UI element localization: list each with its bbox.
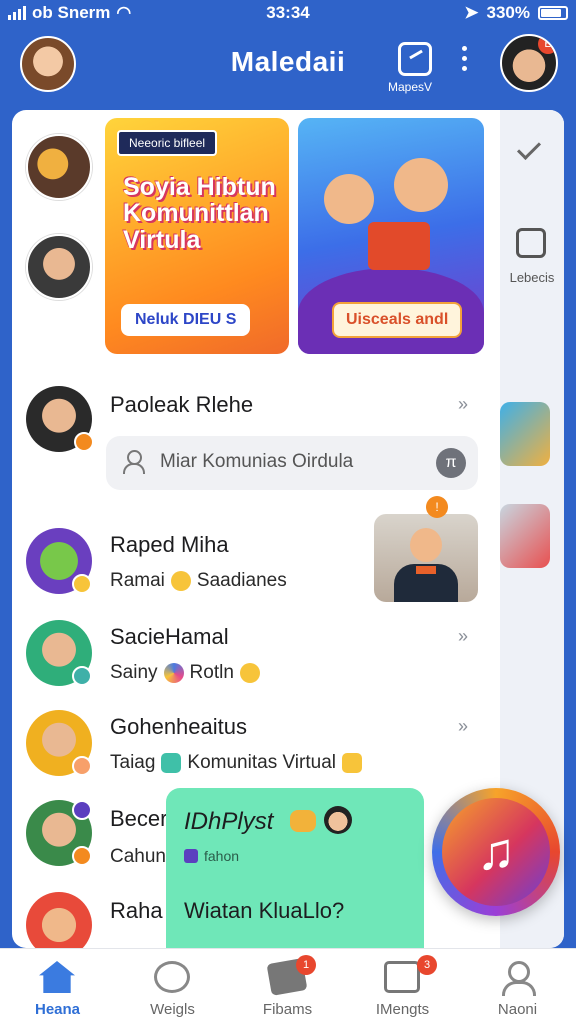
profile-badge: E xyxy=(538,36,556,54)
nav-label: Fibams xyxy=(262,1001,313,1018)
message-preview: Ramai Saadianes xyxy=(110,570,287,592)
banner-cta-button[interactable]: Uisceals andl xyxy=(332,302,463,338)
label-icon[interactable] xyxy=(516,228,546,258)
app-title: Maledaii xyxy=(230,46,346,77)
side-thumbnail[interactable] xyxy=(500,504,550,568)
chevron-right-icon[interactable]: » xyxy=(458,394,468,415)
location-icon: ➤ xyxy=(464,3,479,22)
emoji-icon xyxy=(163,663,184,683)
profile-avatar[interactable]: E xyxy=(500,34,558,92)
thumbnail-bowtie xyxy=(416,566,436,574)
contact-name[interactable]: Raped Miha xyxy=(110,532,229,558)
check-icon[interactable] xyxy=(516,135,542,161)
contact-name[interactable]: Becer xyxy=(110,806,167,832)
story-avatar[interactable] xyxy=(26,234,92,300)
promo-banner-right[interactable]: Uisceals andl xyxy=(298,118,484,354)
virtual-icon xyxy=(161,753,182,773)
popup-subtitle: fahon xyxy=(184,848,239,864)
message-preview: Cahun xyxy=(110,846,166,868)
search-action-button[interactable]: π xyxy=(436,448,466,478)
chat-icon xyxy=(154,961,190,993)
preview-text: Taiag xyxy=(110,752,156,773)
contact-name[interactable]: Paoleak Rlehe xyxy=(110,392,253,418)
banner-headline: Soyia Hibtun Komunittlan Virtula xyxy=(123,173,276,254)
emoji-icon xyxy=(170,571,191,591)
video-thumbnail[interactable] xyxy=(374,514,478,602)
nav-profile[interactable]: Naoni xyxy=(460,949,575,1024)
preview-text: Sainy xyxy=(110,662,158,683)
music-note-icon: ♫ xyxy=(442,798,550,906)
message-preview: Taiag Komunitas Virtual xyxy=(110,752,362,774)
preview-text: Rotln xyxy=(189,662,234,683)
more-options-icon[interactable] xyxy=(462,46,468,76)
nav-label: Weigls xyxy=(150,1001,195,1018)
battery-percent: 330% xyxy=(486,3,530,22)
side-label: Lebecis xyxy=(509,270,555,285)
nav-badge: 3 xyxy=(417,955,437,975)
banner-cta-button[interactable]: Neluk DIEU S xyxy=(121,304,251,336)
compose-icon[interactable] xyxy=(398,42,432,76)
nav-chats[interactable]: Weigls xyxy=(115,949,230,1024)
preview-text: Cahun xyxy=(110,846,166,867)
illustration-gift xyxy=(368,222,430,270)
preview-text: Komunitas Virtual xyxy=(187,752,336,773)
chevron-right-icon[interactable]: » xyxy=(458,626,468,647)
illustration-person xyxy=(324,174,374,224)
battery-icon xyxy=(538,6,568,20)
promo-banner-left[interactable]: Neeoric bifleel Soyia Hibtun Komunittlan… xyxy=(105,118,289,354)
emoji-icon xyxy=(341,753,362,773)
emoji-icon xyxy=(239,663,260,683)
bottom-nav: Heana Weigls 1 Fibams 3 IMengts Naoni xyxy=(0,948,576,1024)
story-avatar[interactable] xyxy=(26,134,92,200)
search-bar[interactable]: Miar Komunias Oirdula π xyxy=(106,436,478,490)
side-thumbnail[interactable] xyxy=(500,402,550,466)
notification-badge: ! xyxy=(426,496,448,518)
status-bar: ob Snerm ◠ 33:34 ➤ 330% xyxy=(0,0,576,26)
contact-name[interactable]: Raha xyxy=(110,898,163,924)
lock-icon xyxy=(184,849,198,863)
message-preview: Sainy Rotln xyxy=(110,662,260,684)
contact-name[interactable]: Gohenheaitus xyxy=(110,714,247,740)
nav-home[interactable]: Heana xyxy=(0,949,115,1024)
app-header: Maledaii MapesV E xyxy=(0,26,576,110)
emoji-icon xyxy=(290,810,316,832)
nav-label: Heana xyxy=(34,1001,81,1018)
chevron-right-icon[interactable]: » xyxy=(458,716,468,737)
preview-text: Ramai xyxy=(110,570,165,591)
home-icon xyxy=(39,961,75,993)
popup-message: Wiatan KluaLlo? xyxy=(184,898,345,923)
thumbnail-face xyxy=(410,528,442,562)
compose-label: MapesV xyxy=(388,80,433,94)
nav-label: IMengts xyxy=(375,1001,430,1018)
search-placeholder: Miar Komunias Oirdula xyxy=(160,451,354,472)
status-right: ➤ 330% xyxy=(464,3,568,23)
status-badge xyxy=(72,846,92,866)
status-badge xyxy=(72,756,92,776)
person-icon xyxy=(122,450,145,474)
chat-popup[interactable]: IDhPlyst fahon Wiatan KluaLlo? xyxy=(166,788,424,948)
nav-label: Naoni xyxy=(497,1001,538,1018)
image-icon xyxy=(384,961,420,993)
preview-text: Saadianes xyxy=(196,570,287,591)
status-badge xyxy=(72,666,92,686)
popup-sub-text: fahon xyxy=(204,848,240,864)
nav-camera[interactable]: 1 Fibams xyxy=(230,949,345,1024)
nav-images[interactable]: 3 IMengts xyxy=(345,949,460,1024)
illustration-person xyxy=(394,158,448,212)
status-badge xyxy=(72,574,92,594)
popup-title: IDhPlyst xyxy=(184,808,274,835)
user-icon xyxy=(499,961,536,996)
status-badge xyxy=(72,800,92,820)
music-fab-button[interactable]: ♫ xyxy=(432,788,560,916)
banner-tag: Neeoric bifleel xyxy=(117,130,218,156)
contact-name[interactable]: SacieHamal xyxy=(110,624,229,650)
contact-avatar[interactable] xyxy=(26,892,92,948)
popup-avatar xyxy=(324,806,352,834)
status-badge xyxy=(74,432,94,452)
nav-badge: 1 xyxy=(296,955,316,975)
